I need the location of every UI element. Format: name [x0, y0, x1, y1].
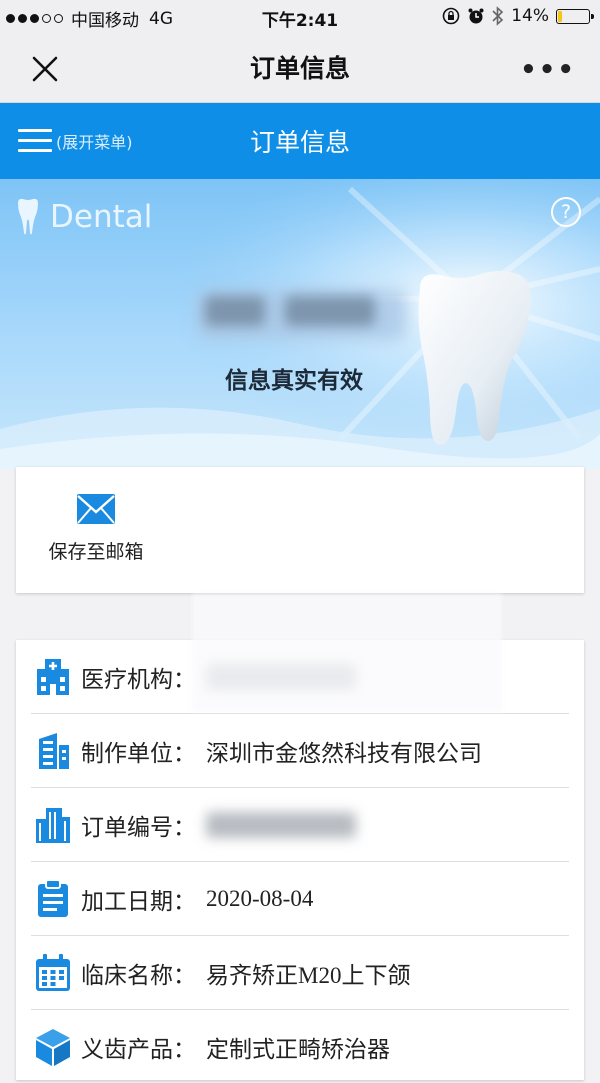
battery-fill	[558, 10, 562, 22]
hospital-icon	[37, 658, 69, 695]
redaction-overlay	[192, 594, 502, 712]
save-to-email-label: 保存至邮箱	[48, 541, 144, 563]
tooth-logo-icon	[18, 198, 38, 235]
calendar-icon	[36, 953, 70, 991]
info-label: 临床名称：	[81, 962, 196, 989]
info-label: 医疗机构：	[81, 666, 196, 693]
info-row-clinical-name: 临床名称： 易齐矫正M20上下颌	[31, 936, 569, 1010]
status-bar: 中国移动 4G 下午2:41 14%	[0, 0, 600, 34]
building-icon	[39, 732, 69, 769]
info-row-manufacturer: 制作单位： 深圳市金悠然科技有限公司	[31, 714, 569, 788]
info-value: 定制式正畸矫治器	[206, 1036, 390, 1063]
battery-icon	[556, 8, 594, 24]
dental-logo-text: Dental	[50, 199, 153, 235]
more-options-icon[interactable]: •••	[520, 55, 576, 85]
info-row-order-number: 订单编号：	[31, 788, 569, 862]
info-label: 加工日期：	[81, 888, 196, 915]
battery-percent: 14%	[511, 6, 549, 26]
help-icon[interactable]: ?	[551, 197, 581, 227]
cube-icon	[36, 1028, 70, 1066]
alarm-icon	[468, 8, 484, 24]
clipboard-icon	[38, 878, 68, 917]
save-card: 保存至邮箱	[16, 467, 584, 593]
info-label: 义齿产品：	[81, 1036, 196, 1063]
bluetooth-icon	[492, 6, 504, 26]
page-title: 订单信息	[249, 128, 350, 157]
nav-title: 订单信息	[249, 54, 350, 83]
info-value: 易齐矫正M20上下颌	[206, 962, 411, 988]
app-header: (展开菜单) 订单信息	[0, 103, 600, 179]
info-value: 深圳市金悠然科技有限公司	[206, 740, 482, 767]
office-building-icon	[36, 807, 70, 843]
status-right: 14%	[442, 6, 594, 26]
redacted-patient-name	[205, 296, 395, 334]
nav-bar: 订单信息 •••	[0, 34, 600, 103]
info-label: 订单编号：	[81, 814, 196, 841]
mail-icon	[77, 494, 115, 524]
dental-logo: Dental	[16, 197, 152, 237]
verified-caption: 信息真实有效	[225, 368, 363, 394]
info-label: 制作单位：	[81, 740, 196, 767]
info-value: 2020-08-04	[206, 885, 314, 911]
save-to-email-button[interactable]: 保存至邮箱	[42, 493, 150, 564]
info-row-processing-date: 加工日期： 2020-08-04	[31, 862, 569, 936]
rotation-lock-icon	[442, 7, 460, 25]
info-row-denture-product: 义齿产品： 定制式正畸矫治器	[31, 1010, 569, 1083]
info-value-redacted	[206, 811, 356, 838]
